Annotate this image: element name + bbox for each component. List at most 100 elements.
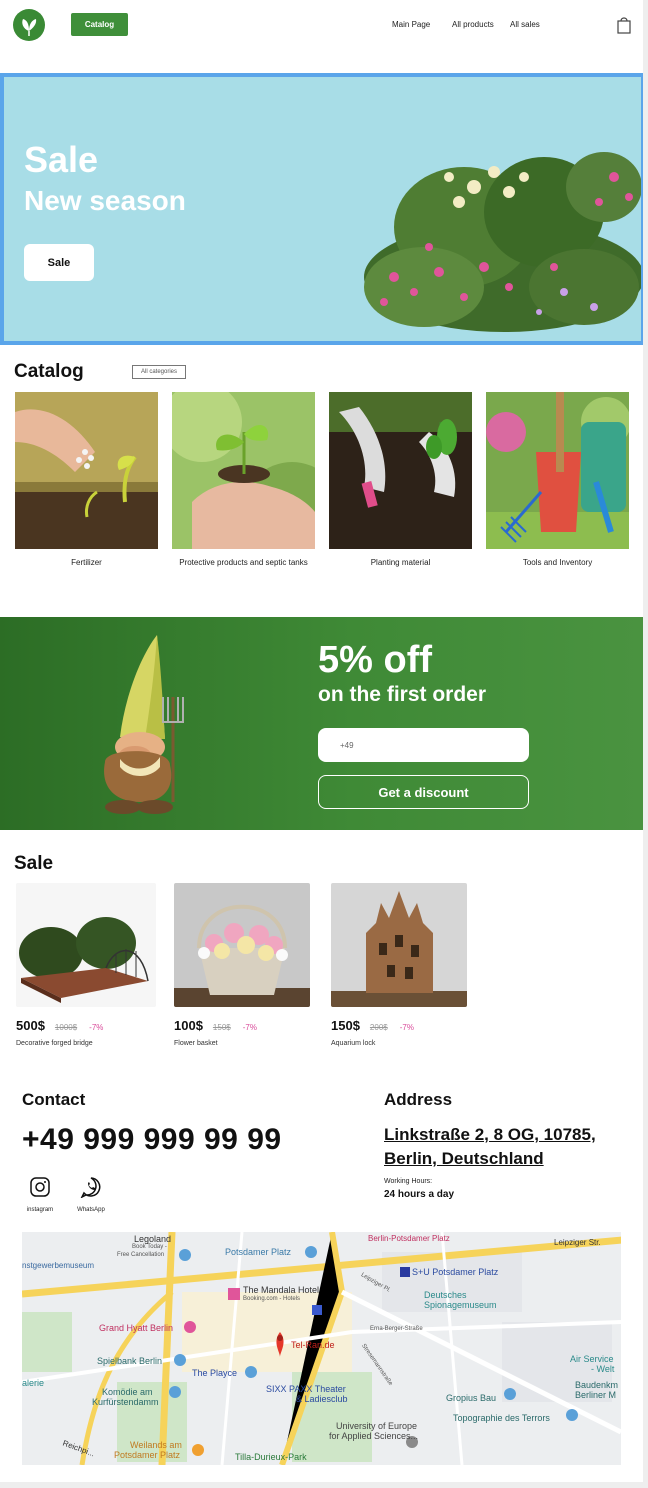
tools-image — [486, 392, 629, 549]
discount-promo-section: 5% off on the first order +49 Get a disc… — [0, 617, 643, 830]
instagram-icon — [30, 1177, 50, 1197]
old-price: 1000$ — [54, 1023, 78, 1032]
map-label: Booking.com - Hotels — [243, 1296, 301, 1302]
map-label: Potsdamer Platz — [225, 1247, 292, 1257]
instagram-label: instagram — [26, 1207, 54, 1213]
hero-banner: Sale New season Sale — [0, 73, 643, 345]
old-price: 150$ — [212, 1023, 231, 1032]
map-label: Tilla-Durieux-Park — [235, 1452, 307, 1462]
product-card-bridge[interactable]: 500$ 1000$ -7% Decorative forged bridge — [16, 883, 156, 1047]
map-label: Gropius Bau — [446, 1393, 497, 1403]
category-label: Protective products and septic tanks — [179, 558, 308, 567]
page: Catalog Main Page All products All sales… — [0, 0, 643, 1482]
product-name: Flower basket — [174, 1040, 218, 1047]
map-label: Deutsches — [424, 1290, 467, 1300]
protective-products-image — [172, 392, 315, 549]
category-card-tools[interactable]: Tools and Inventory — [486, 392, 629, 568]
map-label: Erna-Berger-Straße — [370, 1326, 423, 1332]
map-label: Komödie am — [102, 1387, 153, 1397]
map-label: alerie — [22, 1378, 45, 1388]
map-label: & Ladiesclub — [296, 1394, 348, 1404]
aquarium-lock-image — [331, 883, 467, 1007]
promo-subtitle: on the first order — [318, 683, 487, 706]
logo-icon[interactable] — [13, 9, 45, 41]
discount-badge: -7% — [89, 1023, 104, 1032]
fertilizer-image — [15, 392, 158, 549]
map-label: Free Cancellation — [117, 1252, 165, 1258]
price: 150$ — [331, 1018, 360, 1033]
address-line-1: Linkstraße 2, 8 OG, 10785, — [384, 1125, 596, 1144]
sale-button[interactable]: Sale — [24, 244, 94, 281]
price-row: 150$ 200$ -7% — [331, 1018, 471, 1033]
working-hours-value: 24 hours a day — [384, 1189, 455, 1200]
category-card-fertilizer[interactable]: Fertilizer — [15, 392, 158, 568]
nav-main-page[interactable]: Main Page — [392, 20, 430, 29]
map-label: nstgewerbemuseum — [22, 1261, 95, 1270]
price-row: 500$ 1000$ -7% — [16, 1018, 156, 1033]
product-card-aquarium-lock[interactable]: 150$ 200$ -7% Aquarium lock — [331, 883, 471, 1047]
discount-badge: -7% — [399, 1023, 414, 1032]
phone-input[interactable]: +49 — [318, 728, 529, 762]
map-label: for Applied Sciences... — [329, 1431, 419, 1441]
garden-gnome-image — [104, 635, 184, 814]
map-label: - Welt — [591, 1364, 615, 1374]
banner-subtitle: New season — [24, 185, 186, 216]
banner-title: Sale — [24, 139, 99, 180]
all-categories-button[interactable]: All categories — [132, 365, 186, 379]
address-line-2: Berlin, Deutschland — [384, 1149, 544, 1168]
category-label: Tools and Inventory — [522, 558, 593, 567]
product-card-flower-basket[interactable]: 100$ 150$ -7% Flower basket — [174, 883, 314, 1047]
product-name: Aquarium lock — [331, 1040, 376, 1047]
planting-material-image — [329, 392, 472, 549]
map-label: Air Service — [570, 1354, 614, 1364]
contact-title: Contact — [22, 1090, 86, 1109]
map-label: Berliner M — [575, 1390, 617, 1400]
map-label: Tel-Ran.de — [291, 1340, 335, 1350]
map-label: Spionagemuseum — [424, 1300, 497, 1310]
old-price: 200$ — [369, 1023, 388, 1032]
category-card-protective-products[interactable]: Protective products and septic tanks — [172, 392, 315, 568]
address-title: Address — [384, 1090, 453, 1109]
whatsapp-link[interactable]: WhatsApp — [69, 1176, 113, 1213]
catalog-title: Catalog — [14, 361, 84, 382]
site-header: Catalog Main Page All products All sales — [0, 0, 643, 54]
price: 100$ — [174, 1018, 203, 1033]
map-label: Baudenkm — [575, 1380, 619, 1390]
map-label: Berlin-Potsdamer Platz — [368, 1234, 450, 1243]
category-label: Planting material — [370, 558, 431, 567]
map-label: Spielbank Berlin — [97, 1356, 163, 1366]
discount-badge: -7% — [242, 1023, 257, 1032]
map-label: Topographie des Terrors — [453, 1413, 550, 1423]
map-label: S+U Potsdamer Platz — [412, 1267, 499, 1277]
category-label: Fertilizer — [71, 558, 102, 567]
whatsapp-label: WhatsApp — [77, 1207, 105, 1213]
address-link[interactable]: Linkstraße 2, 8 OG, 10785, Berlin, Deuts… — [384, 1123, 596, 1171]
map-label: SIXX PAXX Theater — [266, 1384, 346, 1394]
flower-basket-image — [174, 883, 310, 1007]
location-map[interactable]: Legoland Book Today - Free Cancellation … — [22, 1232, 621, 1465]
map-label: Weilands am — [130, 1440, 182, 1450]
nav-all-products[interactable]: All products — [452, 20, 494, 29]
shopping-bag-icon[interactable] — [616, 16, 632, 34]
map-label: Grand Hyatt Berlin — [99, 1323, 174, 1333]
map-label: Legoland — [134, 1234, 172, 1244]
map-label: Leipziger Str. — [554, 1238, 601, 1247]
map-label: University of Europe — [336, 1421, 418, 1431]
price-row: 100$ 150$ -7% — [174, 1018, 314, 1033]
catalog-button[interactable]: Catalog — [71, 13, 128, 36]
flower-bush-image — [364, 152, 641, 332]
phone-number[interactable]: +49 999 999 99 99 — [22, 1123, 282, 1157]
map-label: The Mandala Hotel — [243, 1285, 320, 1295]
nav-all-sales[interactable]: All sales — [510, 20, 540, 29]
instagram-link[interactable]: instagram — [18, 1176, 62, 1213]
get-discount-button[interactable]: Get a discount — [318, 775, 529, 809]
map-label: The Playce — [192, 1368, 238, 1378]
category-card-planting-material[interactable]: Planting material — [329, 392, 472, 568]
map-label: Kurfürstendamm — [92, 1397, 159, 1407]
whatsapp-icon — [80, 1177, 101, 1199]
price: 500$ — [16, 1018, 45, 1033]
map-label: Potsdamer Platz — [114, 1450, 181, 1460]
product-name: Decorative forged bridge — [16, 1040, 93, 1047]
map-label: Book Today - — [132, 1244, 167, 1250]
working-hours-label: Working Hours: — [384, 1178, 433, 1185]
